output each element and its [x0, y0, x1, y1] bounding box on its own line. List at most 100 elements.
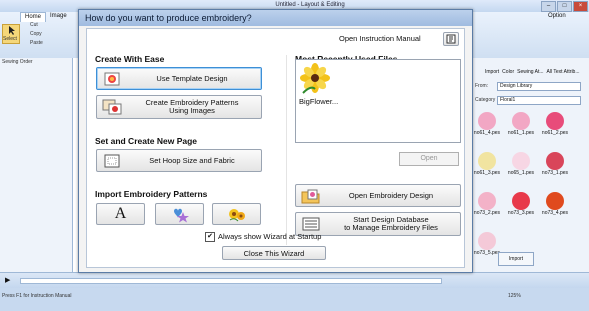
- import-design-button[interactable]: [212, 203, 261, 225]
- create-from-images-label: Create Embroidery Patterns Using Images: [123, 99, 261, 115]
- design-database-icon: [302, 217, 320, 231]
- thumbnail-item[interactable]: no61_2.pes: [539, 110, 571, 144]
- thumbnail-item[interactable]: no73_2.pes: [471, 190, 503, 224]
- big-flower-thumbnail: [300, 63, 330, 94]
- sewing-order-title: Sewing Order: [2, 59, 33, 65]
- open-button[interactable]: Open: [399, 152, 459, 166]
- tab-import[interactable]: Import: [485, 69, 499, 75]
- create-from-images-line2: Using Images: [169, 106, 215, 115]
- flower-thumbnail-icon: [512, 152, 530, 170]
- close-wizard-button[interactable]: Close This Wizard: [222, 246, 326, 260]
- thumbnail-item[interactable]: no65_1.pes: [505, 150, 537, 184]
- close-window-button[interactable]: ×: [573, 1, 588, 12]
- new-page-heading: Set and Create New Page: [95, 136, 198, 146]
- start-design-database-label: Start Design Database to Manage Embroider…: [322, 216, 460, 232]
- image-to-embroidery-icon: [102, 99, 122, 115]
- create-from-images-button[interactable]: Create Embroidery Patterns Using Images: [96, 95, 262, 119]
- flower-thumbnail-icon: [478, 112, 496, 130]
- flower-thumbnail-icon: [478, 192, 496, 210]
- select-label: Select: [3, 36, 17, 42]
- manual-book-icon: [446, 34, 456, 44]
- tab-image[interactable]: Image: [46, 12, 71, 21]
- play-icon[interactable]: ▶: [5, 276, 10, 284]
- import-button[interactable]: Import: [498, 252, 534, 266]
- progress-slider[interactable]: [20, 278, 442, 284]
- category-label: Category: [475, 97, 496, 103]
- from-label: From:: [475, 83, 489, 89]
- option-menu[interactable]: Option: [544, 12, 570, 21]
- recent-file-item[interactable]: BigFlower...: [299, 63, 341, 107]
- thumbnail-item[interactable]: no61_4.pes: [471, 110, 503, 144]
- thumbnail-item[interactable]: no61_3.pes: [471, 150, 503, 184]
- thumbnail-item[interactable]: no73_1.pes: [539, 150, 571, 184]
- shapes-star-heart-icon: [173, 208, 189, 223]
- flower-thumbnail-icon: [546, 192, 564, 210]
- flower-design-icon: [228, 209, 245, 222]
- flower-thumbnail-icon: [478, 232, 496, 250]
- zoom-level: 125%: [508, 293, 521, 299]
- import-panel: Import Color Sewing At... All Text Attrib..…: [470, 58, 589, 272]
- thumbnail-item[interactable]: no73_3.pes: [505, 190, 537, 224]
- copy-button[interactable]: Copy: [30, 31, 42, 37]
- window-title: Untitled - Layout & Editing: [275, 2, 345, 8]
- hoop-frame-icon: [104, 154, 120, 167]
- category-select[interactable]: Floral1: [497, 96, 581, 105]
- open-embroidery-design-button[interactable]: Open Embroidery Design: [295, 184, 461, 207]
- flower-thumbnail-icon: [546, 112, 564, 130]
- tab-sewing-attributes[interactable]: Sewing At...: [517, 69, 543, 75]
- recent-files-list: BigFlower...: [295, 59, 461, 143]
- thumbnail-item[interactable]: no61_1.pes: [505, 110, 537, 144]
- playback-bar: ▶: [0, 272, 589, 289]
- cut-button[interactable]: Cut: [30, 22, 38, 28]
- use-template-design-button[interactable]: Use Template Design: [96, 67, 262, 90]
- checkmark-icon: ✔: [207, 233, 213, 240]
- import-text-button[interactable]: A: [96, 203, 145, 225]
- use-template-design-label: Use Template Design: [156, 73, 228, 83]
- import-patterns-heading: Import Embroidery Patterns: [95, 189, 208, 199]
- thumbnail-caption: no65_1.pes: [507, 170, 535, 176]
- open-embroidery-design-label: Open Embroidery Design: [348, 190, 434, 200]
- close-wizard-label: Close This Wizard: [243, 248, 305, 258]
- from-select[interactable]: Design Library: [497, 82, 581, 91]
- thumbnail-caption: no73_1.pes: [541, 170, 569, 176]
- set-hoop-size-label: Set Hoop Size and Fabric: [149, 155, 235, 165]
- wizard-dialog: How do you want to produce embroidery? O…: [78, 9, 473, 273]
- flower-thumbnail-icon: [478, 152, 496, 170]
- column-divider: [286, 55, 287, 245]
- open-manual-button[interactable]: [443, 32, 459, 46]
- maximize-button[interactable]: □: [557, 1, 572, 12]
- status-text: Press F1 for Instruction Manual: [2, 293, 72, 299]
- template-design-icon: [104, 72, 120, 85]
- thumbnail-caption: no61_1.pes: [507, 130, 535, 136]
- always-show-checkbox[interactable]: ✔: [205, 232, 215, 242]
- thumbnail-caption: no73_3.pes: [507, 210, 535, 216]
- set-hoop-size-button[interactable]: Set Hoop Size and Fabric: [96, 149, 262, 172]
- right-panel-tabs: Import Color Sewing At... All Text Attrib..…: [485, 68, 583, 75]
- create-with-ease-heading: Create With Ease: [95, 54, 165, 64]
- flower-thumbnail-icon: [512, 112, 530, 130]
- thumbnail-item[interactable]: no73_4.pes: [539, 190, 571, 224]
- tab-home[interactable]: Home: [20, 12, 47, 22]
- thumbnail-caption: no73_4.pes: [541, 210, 569, 216]
- always-show-label: Always show Wizard at Startup: [218, 232, 322, 241]
- thumbnail-caption: no73_2.pes: [473, 210, 501, 216]
- minimize-button[interactable]: –: [541, 1, 556, 12]
- import-shapes-button[interactable]: [155, 203, 204, 225]
- text-a-icon: A: [114, 205, 127, 222]
- flower-thumbnail-icon: [546, 152, 564, 170]
- database-line2: to Manage Embroidery Files: [344, 223, 438, 232]
- flower-thumbnail-icon: [512, 192, 530, 210]
- thumbnail-caption: no61_4.pes: [473, 130, 501, 136]
- status-bar: [0, 288, 589, 311]
- dialog-title: How do you want to produce embroidery?: [85, 13, 252, 23]
- thumbnail-caption: no61_2.pes: [541, 130, 569, 136]
- sewing-order-panel: Sewing Order: [0, 58, 73, 272]
- tab-color[interactable]: Color: [502, 69, 514, 75]
- thumbnail-caption: no61_3.pes: [473, 170, 501, 176]
- open-manual-label: Open Instruction Manual: [339, 34, 421, 43]
- cursor-arrow-icon: [9, 26, 15, 35]
- window-controls: – □ ×: [540, 1, 588, 12]
- recent-file-name: BigFlower...: [299, 97, 339, 106]
- tab-text-attributes[interactable]: All Text Attrib...: [547, 69, 580, 75]
- paste-button[interactable]: Paste: [30, 40, 43, 46]
